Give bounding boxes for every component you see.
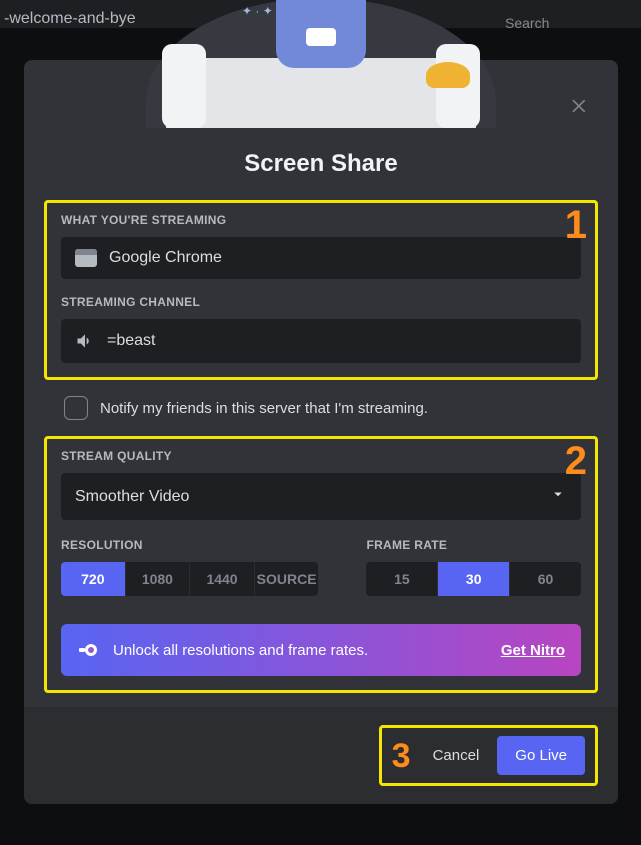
notify-friends-row[interactable]: Notify my friends in this server that I'… xyxy=(44,392,598,436)
framerate-option-15[interactable]: 15 xyxy=(366,562,438,596)
resolution-segmented: 72010801440SOURCE xyxy=(61,562,318,596)
streaming-channel-value: =beast xyxy=(107,332,155,350)
get-nitro-link[interactable]: Get Nitro xyxy=(501,642,565,659)
chevron-down-icon xyxy=(549,485,567,508)
background-channel-name: -welcome-and-bye xyxy=(4,10,136,28)
framerate-segmented: 153060 xyxy=(366,562,581,596)
resolution-option-source[interactable]: SOURCE xyxy=(255,562,319,596)
nitro-icon xyxy=(77,638,101,662)
wumpus-illustration xyxy=(276,0,366,68)
resolution-option-720[interactable]: 720 xyxy=(61,562,126,596)
quality-preset-value: Smoother Video xyxy=(75,488,189,506)
framerate-option-30[interactable]: 30 xyxy=(438,562,510,596)
go-live-button[interactable]: Go Live xyxy=(497,736,585,775)
popcorn-illustration xyxy=(426,62,470,88)
framerate-label: FRAME RATE xyxy=(366,538,581,552)
annotation-box-3: 3 Cancel Go Live xyxy=(379,725,598,786)
streaming-source-label: WHAT YOU'RE STREAMING xyxy=(61,213,581,227)
annotation-number-1: 1 xyxy=(565,205,587,245)
illustration: ✦ · ✦ xyxy=(146,0,496,128)
annotation-box-2: 2 STREAM QUALITY Smoother Video RESOLUTI… xyxy=(44,436,598,693)
streaming-channel-field[interactable]: =beast xyxy=(61,319,581,363)
notify-checkbox[interactable] xyxy=(64,396,88,420)
window-icon xyxy=(75,249,97,267)
annotation-box-1: 1 WHAT YOU'RE STREAMING Google Chrome ST… xyxy=(44,200,598,380)
modal-footer: 3 Cancel Go Live xyxy=(24,707,618,804)
annotation-number-3: 3 xyxy=(392,739,411,773)
speaker-icon xyxy=(75,331,95,351)
streaming-source-value: Google Chrome xyxy=(109,249,222,267)
streaming-source-field[interactable]: Google Chrome xyxy=(61,237,581,279)
sparkle-icon: ✦ · ✦ xyxy=(242,4,273,18)
annotation-number-2: 2 xyxy=(565,441,587,481)
resolution-label: RESOLUTION xyxy=(61,538,318,552)
resolution-option-1080[interactable]: 1080 xyxy=(126,562,191,596)
streaming-channel-label: STREAMING CHANNEL xyxy=(61,295,581,309)
quality-preset-dropdown[interactable]: Smoother Video xyxy=(61,473,581,520)
close-button[interactable] xyxy=(568,94,592,118)
framerate-option-60[interactable]: 60 xyxy=(510,562,581,596)
nitro-upsell-banner[interactable]: Unlock all resolutions and frame rates. … xyxy=(61,624,581,676)
screen-share-modal: ✦ · ✦ Screen Share 1 WHAT YOU'RE STREAMI… xyxy=(24,60,618,804)
close-icon xyxy=(570,96,590,116)
notify-label: Notify my friends in this server that I'… xyxy=(100,400,428,417)
modal-title: Screen Share xyxy=(44,150,598,178)
resolution-option-1440[interactable]: 1440 xyxy=(190,562,255,596)
cancel-button[interactable]: Cancel xyxy=(433,747,480,764)
nitro-upsell-text: Unlock all resolutions and frame rates. xyxy=(113,642,368,659)
stream-quality-label: STREAM QUALITY xyxy=(61,449,581,463)
